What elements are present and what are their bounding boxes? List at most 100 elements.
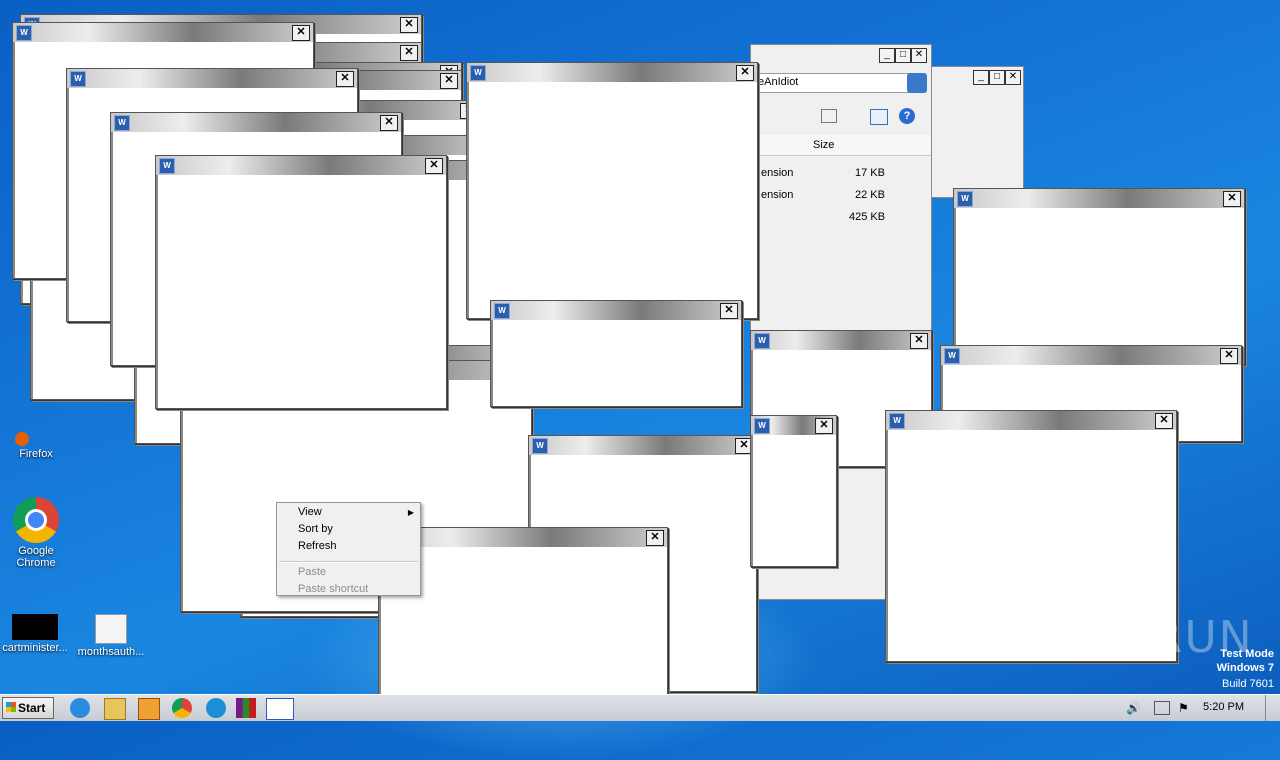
file-row-size: 425 KB xyxy=(849,211,886,223)
popup-titlebar[interactable]: W✕ xyxy=(491,301,741,320)
word-document-icon: W xyxy=(494,303,510,319)
folder-icon[interactable] xyxy=(104,698,126,720)
word-document-icon: W xyxy=(754,418,770,434)
show-desktop-button[interactable] xyxy=(1265,695,1280,721)
word-taskbar-icon[interactable] xyxy=(266,698,294,720)
word-document-icon: W xyxy=(889,413,905,429)
desktop-icon-monthsauth[interactable]: monthsauth... xyxy=(76,614,146,658)
popup-window[interactable]: W✕ xyxy=(466,62,758,319)
maximize-button[interactable]: □ xyxy=(895,48,911,63)
popup-titlebar[interactable]: W✕ xyxy=(529,436,756,455)
start-button[interactable]: Start xyxy=(2,697,54,719)
popup-body xyxy=(491,320,741,406)
desktop-icon-label: Firefox xyxy=(19,448,53,460)
file-row-size: 17 KB xyxy=(855,167,885,179)
word-document-icon: W xyxy=(470,65,486,81)
file-row-type[interactable]: ension xyxy=(761,167,793,179)
menu-item-refresh[interactable]: Refresh xyxy=(298,540,337,552)
preview-pane-icon[interactable] xyxy=(870,109,888,125)
close-button[interactable]: ✕ xyxy=(910,333,928,349)
popup-titlebar[interactable]: W✕ xyxy=(886,411,1176,430)
volume-icon[interactable]: 🔊 xyxy=(1126,701,1141,715)
word-document-icon: W xyxy=(70,71,86,87)
close-button[interactable]: ✕ xyxy=(1155,413,1173,429)
popup-titlebar[interactable]: W✕ xyxy=(751,331,931,350)
taskbar: Start 🔊 ⚑ 5:20 PM xyxy=(0,694,1280,721)
desktop-icon-chrome[interactable]: Google Chrome xyxy=(1,497,71,569)
chrome-icon xyxy=(13,497,59,543)
ie-icon[interactable] xyxy=(70,698,90,718)
menu-item-view[interactable]: View xyxy=(298,506,322,518)
menu-item-sort-by[interactable]: Sort by xyxy=(298,523,333,535)
popup-body xyxy=(751,435,836,566)
file-row-size: 22 KB xyxy=(855,189,885,201)
winrar-icon[interactable] xyxy=(236,698,256,718)
close-button[interactable]: ✕ xyxy=(440,73,458,89)
column-headers: Size xyxy=(751,135,931,156)
popup-titlebar[interactable]: W✕ xyxy=(751,416,836,435)
system-clock[interactable]: 5:20 PM xyxy=(1203,701,1244,713)
word-document-icon: W xyxy=(532,438,548,454)
popup-titlebar[interactable]: W✕ xyxy=(13,23,313,42)
popup-titlebar[interactable]: W✕ xyxy=(67,69,357,88)
word-document-icon: W xyxy=(957,191,973,207)
close-button[interactable]: ✕ xyxy=(400,17,418,33)
close-button[interactable]: ✕ xyxy=(380,115,398,131)
chrome-taskbar-icon[interactable] xyxy=(172,698,192,718)
menu-item-paste[interactable]: Paste xyxy=(298,566,326,578)
minimize-button[interactable]: _ xyxy=(879,48,895,63)
desktop-icon-firefox[interactable]: Firefox xyxy=(1,432,71,460)
popup-titlebar[interactable]: W✕ xyxy=(156,156,446,175)
minimize-button[interactable]: _ xyxy=(973,70,989,85)
build-label: Build 7601 xyxy=(1222,678,1274,690)
desktop-icon-cartminister[interactable]: cartminister... xyxy=(0,614,70,654)
firefox-icon xyxy=(15,432,29,446)
word-document-icon: W xyxy=(754,333,770,349)
address-bar[interactable]: eAnIdiot xyxy=(753,73,909,93)
close-button[interactable]: ✕ xyxy=(336,71,354,87)
popup-titlebar[interactable]: W✕ xyxy=(954,189,1244,208)
popup-window[interactable]: W✕ xyxy=(155,155,447,409)
popup-titlebar[interactable]: W✕ xyxy=(941,346,1241,365)
close-button[interactable]: ✕ xyxy=(1220,348,1238,364)
popup-titlebar[interactable]: W✕ xyxy=(379,528,667,547)
close-button[interactable]: ✕ xyxy=(425,158,443,174)
edge-icon[interactable] xyxy=(206,698,226,718)
word-document-icon: W xyxy=(16,25,32,41)
close-button[interactable]: ✕ xyxy=(720,303,738,319)
close-button[interactable]: ✕ xyxy=(646,530,664,546)
test-mode-label: Test Mode xyxy=(1220,648,1274,660)
popup-window[interactable]: W✕ xyxy=(953,188,1245,365)
media-player-icon[interactable] xyxy=(138,698,160,720)
submenu-arrow-icon: ▶ xyxy=(407,508,414,517)
document-icon xyxy=(95,614,127,644)
explorer-window-back[interactable]: _ □ ✕ xyxy=(930,66,1024,198)
address-value: eAnIdiot xyxy=(758,76,799,88)
action-center-flag-icon[interactable]: ⚑ xyxy=(1178,701,1189,715)
menu-separator xyxy=(279,561,418,563)
popup-body xyxy=(156,175,446,408)
popup-window[interactable]: W✕ xyxy=(378,527,668,697)
close-button[interactable]: ✕ xyxy=(1223,191,1241,207)
close-button[interactable]: ✕ xyxy=(1005,70,1021,85)
word-document-icon: W xyxy=(944,348,960,364)
close-button[interactable]: ✕ xyxy=(400,45,418,61)
maximize-button[interactable]: □ xyxy=(989,70,1005,85)
popup-titlebar[interactable]: W✕ xyxy=(111,113,401,132)
close-button[interactable]: ✕ xyxy=(292,25,310,41)
view-options-icon[interactable] xyxy=(821,109,837,123)
windows-logo-icon xyxy=(6,702,16,712)
help-icon[interactable]: ? xyxy=(899,108,915,124)
popup-titlebar[interactable]: W✕ xyxy=(467,63,757,82)
close-button[interactable]: ✕ xyxy=(736,65,754,81)
desktop-icon-label: cartminister... xyxy=(2,642,68,654)
file-row-type[interactable]: ension xyxy=(761,189,793,201)
popup-window[interactable]: W✕ xyxy=(490,300,742,407)
search-icon[interactable] xyxy=(907,73,927,93)
close-button[interactable]: ✕ xyxy=(815,418,833,434)
popup-window[interactable]: W✕ xyxy=(750,415,837,567)
column-size[interactable]: Size xyxy=(813,139,834,151)
close-button[interactable]: ✕ xyxy=(911,48,927,63)
network-icon[interactable] xyxy=(1154,701,1170,715)
menu-item-paste-shortcut[interactable]: Paste shortcut xyxy=(298,583,368,595)
